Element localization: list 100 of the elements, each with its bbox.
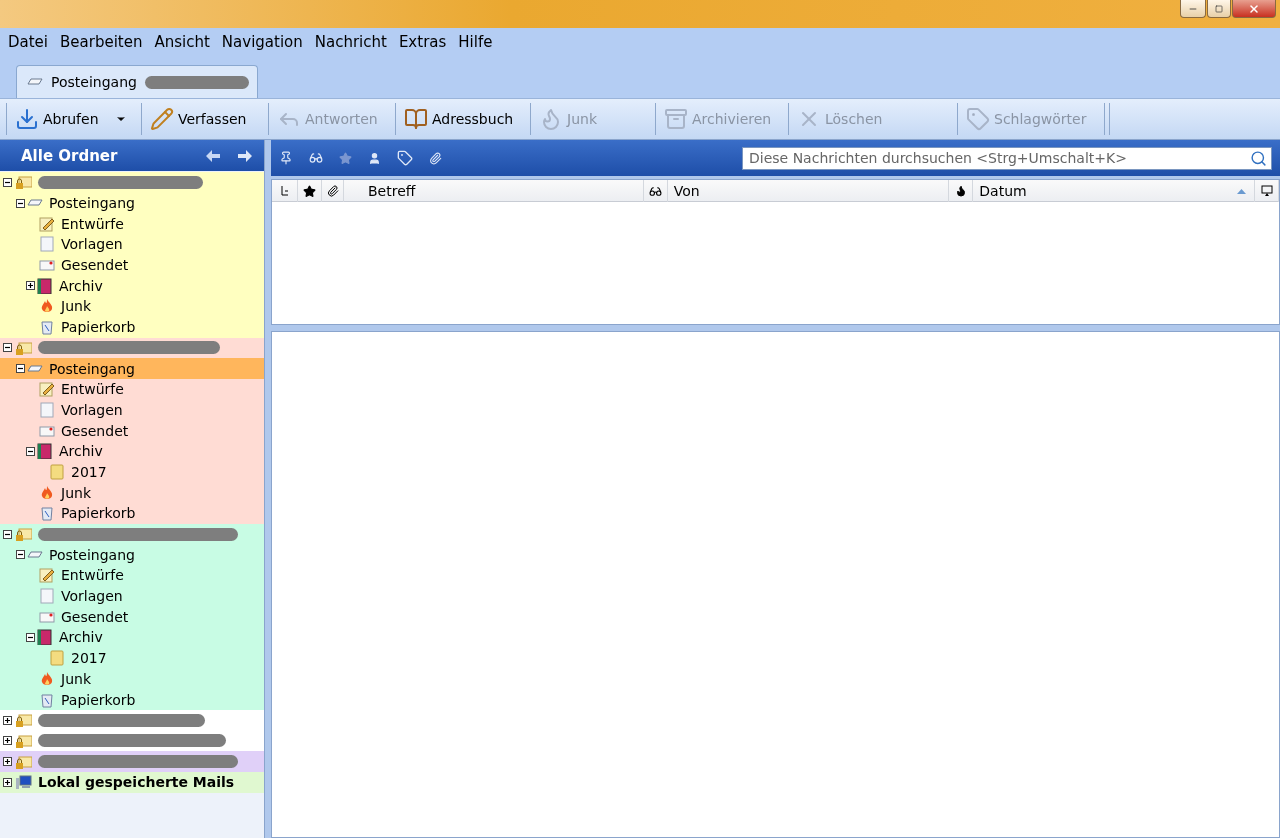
expand-icon[interactable] (3, 777, 12, 787)
menu-item[interactable]: Datei (2, 32, 55, 51)
folder-row[interactable]: Papierkorb (0, 503, 264, 524)
folder-label: Junk (59, 298, 91, 315)
star-icon[interactable] (339, 151, 352, 165)
folder-row[interactable]: Gesendet (0, 606, 264, 628)
folder-row[interactable]: Papierkorb (0, 689, 264, 710)
account-row[interactable] (0, 337, 264, 359)
toolbar-button[interactable]: Adressbuch (398, 102, 528, 136)
folder-label: Vorlagen (60, 401, 123, 418)
menu-item[interactable]: Nachricht (308, 32, 393, 51)
tag-icon[interactable] (397, 150, 413, 166)
glasses-icon[interactable] (309, 151, 323, 165)
paperclip-icon[interactable] (429, 151, 442, 165)
folder-row[interactable]: Posteingang (0, 192, 264, 214)
collapse-icon[interactable] (26, 632, 35, 642)
folder-row[interactable]: Archiv (0, 627, 264, 648)
column-header[interactable]: Von (673, 183, 700, 199)
tab[interactable]: Posteingang (16, 65, 258, 98)
book-icon (37, 443, 53, 460)
menu-item[interactable]: Extras (392, 32, 453, 51)
column-picker-icon (1260, 185, 1273, 197)
menu-item[interactable]: Bearbeiten (54, 32, 149, 51)
toolbar-button[interactable]: Verfassen (144, 102, 266, 136)
trash-icon (39, 691, 55, 708)
pane-title: Alle Ordner (21, 146, 118, 165)
expand-icon[interactable] (3, 757, 12, 767)
folder-row[interactable]: Archiv (0, 440, 264, 462)
menu-item[interactable]: Hilfe (452, 32, 499, 51)
folder-row[interactable]: Gesendet (0, 254, 264, 276)
folder-label: Gesendet (60, 422, 129, 439)
folder-row[interactable]: Vorlagen (0, 234, 264, 255)
download-icon (15, 107, 39, 131)
collapse-icon[interactable] (26, 446, 35, 456)
minimize-button[interactable] (1180, 0, 1206, 18)
expand-icon[interactable] (26, 281, 35, 291)
collapse-icon[interactable] (3, 529, 12, 539)
folder-row[interactable]: Entwürfe (0, 565, 264, 586)
folder-row[interactable]: Archiv (0, 275, 264, 297)
collapse-icon[interactable] (16, 550, 25, 560)
expand-icon[interactable] (3, 736, 12, 746)
folder-row[interactable]: Vorlagen (0, 585, 264, 607)
folder-row[interactable]: Junk (0, 482, 264, 503)
folder-row[interactable]: 2017 (0, 461, 264, 483)
column-header[interactable]: Datum (979, 183, 1027, 199)
folder-label: Papierkorb (60, 319, 136, 336)
folder-label: Gesendet (60, 257, 129, 274)
account-row[interactable] (0, 523, 264, 545)
collapse-icon[interactable] (3, 343, 12, 353)
folder-label: Papierkorb (60, 505, 136, 522)
page-icon (39, 236, 55, 253)
book-icon (37, 629, 53, 646)
account-row[interactable] (0, 709, 264, 731)
flame-icon (954, 185, 967, 197)
archive-icon (664, 107, 688, 131)
forward-arrow-icon[interactable] (238, 149, 252, 162)
folder-row[interactable]: Gesendet (0, 420, 264, 441)
collapse-icon[interactable] (3, 177, 12, 187)
folder-label: Junk (59, 484, 91, 501)
person-icon[interactable] (368, 151, 381, 165)
folder-row[interactable]: Junk (0, 296, 264, 317)
folder-row[interactable]: Junk (0, 668, 264, 690)
account-label: Lokal gespeicherte Mails (37, 774, 235, 791)
computer-icon (16, 774, 32, 791)
pin-icon[interactable] (279, 151, 293, 165)
folder-icon (49, 650, 65, 667)
account-row[interactable] (0, 730, 264, 752)
collapse-icon[interactable] (16, 198, 25, 208)
tab-label: Posteingang (51, 74, 137, 90)
menu-item[interactable]: Navigation (215, 32, 309, 51)
folder-label: Archiv (58, 443, 103, 460)
folder-icon (49, 463, 65, 480)
restore-button[interactable] (1207, 0, 1231, 18)
tag-icon (966, 107, 990, 131)
expand-icon[interactable] (3, 715, 12, 725)
folder-label: Entwürfe (60, 215, 124, 232)
folder-row[interactable]: Papierkorb (0, 316, 264, 338)
search-field[interactable]: Diese Nachrichten durchsuchen <Strg+Umschalt+K> (742, 146, 1272, 170)
folder-row[interactable]: 2017 (0, 647, 264, 669)
flame-icon (39, 298, 55, 315)
folder-row[interactable]: Posteingang (0, 544, 264, 566)
folder-label: Archiv (58, 629, 103, 646)
folder-row[interactable]: Entwürfe (0, 213, 264, 235)
folder-label: Posteingang (48, 195, 135, 212)
toolbar-button[interactable]: Abrufen (9, 102, 139, 136)
close-button[interactable] (1232, 0, 1276, 18)
thread-icon (279, 185, 290, 197)
collapse-icon[interactable] (16, 364, 25, 374)
folder-row[interactable]: Posteingang (0, 358, 264, 379)
back-arrow-icon[interactable] (206, 149, 220, 162)
folder-row[interactable]: Vorlagen (0, 399, 264, 421)
column-header[interactable]: Betreff (368, 183, 416, 199)
folder-label: 2017 (70, 463, 107, 480)
trash-icon (39, 319, 55, 336)
folder-label: 2017 (70, 650, 107, 667)
book-icon (37, 277, 53, 294)
menu-item[interactable]: Ansicht (148, 32, 216, 51)
account-row[interactable] (0, 172, 264, 193)
folder-row[interactable]: Entwürfe (0, 378, 264, 400)
account-row[interactable]: Lokal gespeicherte Mails (0, 771, 264, 793)
